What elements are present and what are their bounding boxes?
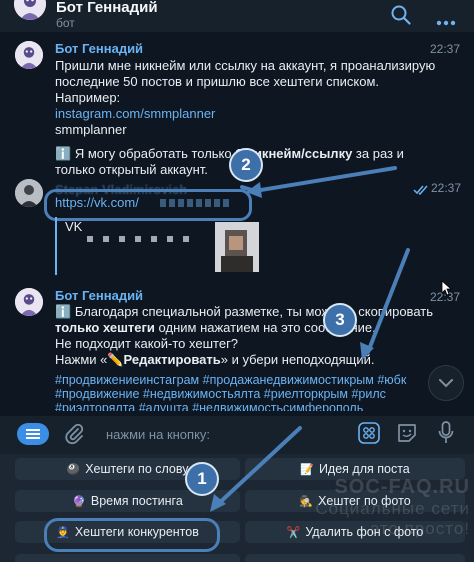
message-line: Не подходит какой-то хештег?	[55, 336, 239, 351]
bot-avatar[interactable]	[14, 0, 46, 20]
sticker-icon[interactable]	[396, 422, 418, 449]
example-link[interactable]: instagram.com/smmplanner	[55, 106, 455, 122]
example-nickname: smmplanner	[55, 122, 127, 137]
annotation-badge-1: 1	[185, 462, 219, 496]
message-text: ℹ️ Благодаря специальной разметке, ты мо…	[55, 304, 455, 368]
message-input-bar: нажми на кнопку:	[0, 416, 474, 454]
message-line: Например:	[55, 90, 121, 105]
microphone-icon[interactable]	[438, 421, 454, 450]
hashtag-list[interactable]: #продвижениеинстаграм #продажанедвижимос…	[55, 373, 415, 411]
hashtag-line[interactable]: #продвижениеинстаграм #продажанедвижимос…	[55, 373, 415, 387]
watermark-line: это просто!	[370, 519, 470, 538]
annotation-badge-3: 3	[323, 303, 357, 337]
link-preview[interactable]: VK	[55, 217, 267, 275]
mouse-cursor-icon	[441, 280, 453, 301]
watermark: SOC-FAQ.RU Социальные сети это просто!	[298, 476, 470, 539]
message-line: последние 50 постов и пришлю все хештеги…	[55, 74, 380, 89]
preview-site-name: VK	[65, 219, 83, 234]
message-line: Нажми «✏️Редактировать» и убери неподход…	[55, 352, 375, 367]
chat-header: Бот Геннадий бот	[0, 0, 474, 32]
bot-avatar[interactable]	[15, 41, 43, 69]
message-time: 22:37	[430, 42, 461, 56]
message-input[interactable]: нажми на кнопку:	[106, 427, 210, 442]
chat-area[interactable]: Бот Геннадий 22:37 Пришли мне никнейм ил…	[0, 32, 474, 416]
message-line: Пришли мне никнейм или ссылку на аккаунт…	[55, 58, 436, 73]
keyboard-button-label: Идея для поста	[318, 462, 410, 476]
menu-icon	[26, 429, 40, 439]
memo-icon: 📝	[300, 463, 314, 476]
button-highlight-frame	[44, 518, 220, 552]
menu-button[interactable]	[17, 423, 49, 445]
keyboard-button-label: Хештеги по слову	[85, 462, 189, 476]
message-line: только хештеги одним нажатием на это соо…	[55, 320, 376, 335]
more-menu-icon[interactable]	[436, 13, 456, 31]
hashtag-line[interactable]: #риэлторялта #алушта #недвижимостьсимфер…	[55, 401, 415, 411]
bot-avatar[interactable]	[15, 288, 43, 316]
bot-keyboard-icon[interactable]	[358, 422, 380, 449]
scroll-down-button[interactable]	[428, 365, 464, 401]
info-icon: ℹ️	[55, 304, 72, 319]
annotation-badge-2: 2	[229, 148, 263, 182]
pencil-icon: ✏️	[107, 352, 124, 367]
preview-image[interactable]	[215, 222, 259, 272]
keyboard-button-label: Время постинга	[90, 494, 183, 508]
crystal-ball-icon: 🔮	[72, 495, 86, 508]
attach-icon[interactable]	[64, 423, 84, 450]
preview-text-blurred	[87, 236, 197, 242]
message-time: 22:37	[431, 181, 462, 195]
search-icon[interactable]	[391, 5, 411, 30]
message-sender[interactable]: Бот Геннадий	[55, 41, 143, 56]
message-sender[interactable]: Бот Геннадий	[55, 288, 143, 303]
hashtag-line[interactable]: #продвижение #недвижимостьялта #риелторк…	[55, 387, 415, 401]
chat-subtitle: бот	[56, 16, 75, 30]
user-avatar[interactable]	[15, 179, 43, 207]
keyboard-row-partial	[15, 554, 240, 562]
watermark-line: Социальные сети	[315, 499, 470, 518]
double-check-icon	[413, 182, 429, 200]
billiard-ball-icon: 🎱	[66, 463, 81, 476]
message-line: ℹ️ Благодаря специальной разметке, ты мо…	[55, 304, 433, 319]
chevron-down-icon	[439, 378, 453, 387]
info-icon: ℹ️	[55, 146, 72, 161]
watermark-line: SOC-FAQ.RU	[334, 476, 470, 498]
chat-title: Бот Геннадий	[56, 0, 158, 16]
keyboard-row-partial	[245, 554, 465, 562]
